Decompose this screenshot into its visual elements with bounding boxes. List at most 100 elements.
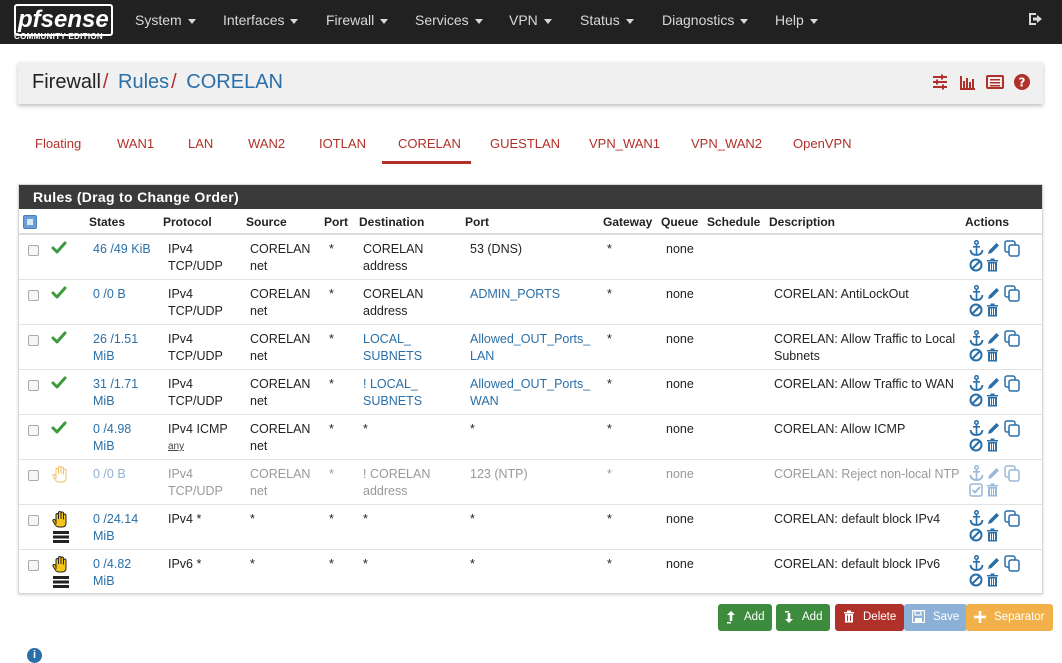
tab-guestlan[interactable]: GUESTLAN bbox=[490, 136, 560, 151]
add-rule-bottom-button[interactable]: Add bbox=[776, 604, 831, 631]
trash-icon[interactable] bbox=[986, 258, 999, 272]
table-row[interactable]: 0 /0 B IPv4 TCP/UDP CORELAN net * CORELAN addre… bbox=[19, 280, 1042, 325]
dst-text[interactable]: SUBNETS bbox=[363, 348, 422, 365]
delete-button[interactable]: Delete bbox=[835, 604, 905, 631]
states-text[interactable]: MiB bbox=[93, 348, 138, 365]
edit-pencil-icon[interactable] bbox=[986, 241, 1001, 256]
states-text[interactable]: 0 /4.98 bbox=[93, 421, 131, 438]
menu-status[interactable]: Status bbox=[580, 12, 634, 28]
sliders-icon[interactable] bbox=[931, 73, 949, 91]
states-text[interactable]: 0 /24.14 bbox=[93, 511, 138, 528]
menu-interfaces[interactable]: Interfaces bbox=[223, 12, 299, 28]
anchor-icon[interactable] bbox=[969, 510, 984, 527]
save-button[interactable]: Save bbox=[904, 604, 968, 631]
tab-iotlan[interactable]: IOTLAN bbox=[319, 136, 366, 151]
states-text[interactable]: MiB bbox=[93, 573, 131, 590]
table-row[interactable]: 0 /4.82 MiB IPv6 * * * * * * none CORELAN: defaul… bbox=[19, 550, 1042, 595]
copy-icon[interactable] bbox=[1004, 330, 1021, 347]
copy-icon[interactable] bbox=[1004, 375, 1021, 392]
copy-icon[interactable] bbox=[1004, 555, 1021, 572]
anchor-icon[interactable] bbox=[969, 285, 984, 302]
bar-chart-icon[interactable] bbox=[958, 73, 976, 91]
menu-system[interactable]: System bbox=[135, 12, 196, 28]
disable-icon[interactable] bbox=[969, 258, 983, 272]
logout-icon[interactable] bbox=[1028, 11, 1044, 27]
disable-icon[interactable] bbox=[969, 573, 983, 587]
edit-pencil-icon[interactable] bbox=[986, 376, 1001, 391]
edit-pencil-icon[interactable] bbox=[986, 421, 1001, 436]
table-row[interactable]: 0 /4.98 MiB IPv4 ICMP any CORELAN net * * * * none… bbox=[19, 415, 1042, 460]
copy-icon[interactable] bbox=[1004, 510, 1021, 527]
copy-icon[interactable] bbox=[1004, 420, 1021, 437]
tab-wan1[interactable]: WAN1 bbox=[117, 136, 154, 151]
trash-icon[interactable] bbox=[986, 303, 999, 317]
row-checkbox[interactable] bbox=[28, 380, 39, 391]
table-row[interactable]: 46 /49 KiB IPv4 TCP/UDP CORELAN net * CORELAN a… bbox=[19, 235, 1042, 280]
disable-icon[interactable] bbox=[969, 303, 983, 317]
states-text[interactable]: 0 /0 B bbox=[93, 466, 126, 483]
edit-pencil-icon[interactable] bbox=[986, 286, 1001, 301]
row-checkbox[interactable] bbox=[28, 515, 39, 526]
tab-corelan[interactable]: CORELAN bbox=[398, 136, 461, 151]
dst-text[interactable]: LOCAL_ bbox=[363, 331, 422, 348]
dport-text[interactable]: LAN bbox=[470, 348, 590, 365]
anchor-icon[interactable] bbox=[969, 555, 984, 572]
edit-pencil-icon[interactable] bbox=[986, 466, 1001, 481]
row-checkbox[interactable] bbox=[28, 290, 39, 301]
tab-openvpn[interactable]: OpenVPN bbox=[793, 136, 852, 151]
breadcrumb-rules[interactable]: Rules bbox=[118, 71, 169, 93]
states-text[interactable]: 46 /49 KiB bbox=[93, 241, 151, 258]
anchor-icon[interactable] bbox=[969, 330, 984, 347]
pfsense-logo[interactable]: pfsense COMMUNITY EDITION bbox=[14, 4, 114, 41]
dport-text[interactable]: Allowed_OUT_Ports_ bbox=[470, 331, 590, 348]
log-list-icon[interactable] bbox=[985, 73, 1004, 91]
disable-icon[interactable] bbox=[969, 348, 983, 362]
row-checkbox[interactable] bbox=[28, 560, 39, 571]
anchor-icon[interactable] bbox=[969, 420, 984, 437]
dport-text[interactable]: Allowed_OUT_Ports_ bbox=[470, 376, 590, 393]
info-icon[interactable]: i bbox=[27, 648, 42, 663]
help-icon[interactable]: ? bbox=[1013, 73, 1031, 91]
copy-icon[interactable] bbox=[1004, 285, 1021, 302]
states-text[interactable]: 0 /4.82 bbox=[93, 556, 131, 573]
trash-icon[interactable] bbox=[986, 348, 999, 362]
edit-pencil-icon[interactable] bbox=[986, 556, 1001, 571]
anchor-icon[interactable] bbox=[969, 465, 984, 482]
tab-floating[interactable]: Floating bbox=[35, 136, 81, 151]
anchor-icon[interactable] bbox=[969, 240, 984, 257]
disable-icon[interactable] bbox=[969, 438, 983, 452]
select-all-checkbox[interactable] bbox=[23, 215, 37, 229]
trash-icon[interactable] bbox=[986, 393, 999, 407]
table-row[interactable]: 0 /24.14 MiB IPv4 * * * * * * none CORELAN: defau… bbox=[19, 505, 1042, 550]
states-text[interactable]: 0 /0 B bbox=[93, 286, 126, 303]
copy-icon[interactable] bbox=[1004, 240, 1021, 257]
trash-icon[interactable] bbox=[986, 573, 999, 587]
row-checkbox[interactable] bbox=[28, 335, 39, 346]
menu-vpn[interactable]: VPN bbox=[509, 12, 552, 28]
edit-pencil-icon[interactable] bbox=[986, 511, 1001, 526]
row-checkbox[interactable] bbox=[28, 470, 39, 481]
states-text[interactable]: 26 /1.51 bbox=[93, 331, 138, 348]
dst-text[interactable]: SUBNETS bbox=[363, 393, 422, 410]
dport-text[interactable]: ADMIN_PORTS bbox=[470, 286, 560, 303]
states-text[interactable]: 31 /1.71 bbox=[93, 376, 138, 393]
disable-icon[interactable] bbox=[969, 528, 983, 542]
tab-wan2[interactable]: WAN2 bbox=[248, 136, 285, 151]
trash-icon[interactable] bbox=[986, 483, 999, 497]
trash-icon[interactable] bbox=[986, 528, 999, 542]
menu-diagnostics[interactable]: Diagnostics bbox=[662, 12, 749, 28]
tab-lan[interactable]: LAN bbox=[188, 136, 213, 151]
table-row[interactable]: 26 /1.51 MiB IPv4 TCP/UDP CORELAN net * LOCAL_ S… bbox=[19, 325, 1042, 370]
enable-check-icon[interactable] bbox=[969, 483, 983, 497]
dst-text[interactable]: ! LOCAL_ bbox=[363, 376, 422, 393]
menu-services[interactable]: Services bbox=[415, 12, 483, 28]
states-text[interactable]: MiB bbox=[93, 528, 138, 545]
states-text[interactable]: MiB bbox=[93, 393, 138, 410]
trash-icon[interactable] bbox=[986, 438, 999, 452]
copy-icon[interactable] bbox=[1004, 465, 1021, 482]
dport-text[interactable]: WAN bbox=[470, 393, 590, 410]
anchor-icon[interactable] bbox=[969, 375, 984, 392]
separator-button[interactable]: Separator bbox=[966, 604, 1053, 631]
edit-pencil-icon[interactable] bbox=[986, 331, 1001, 346]
add-rule-top-button[interactable]: Add bbox=[718, 604, 773, 631]
